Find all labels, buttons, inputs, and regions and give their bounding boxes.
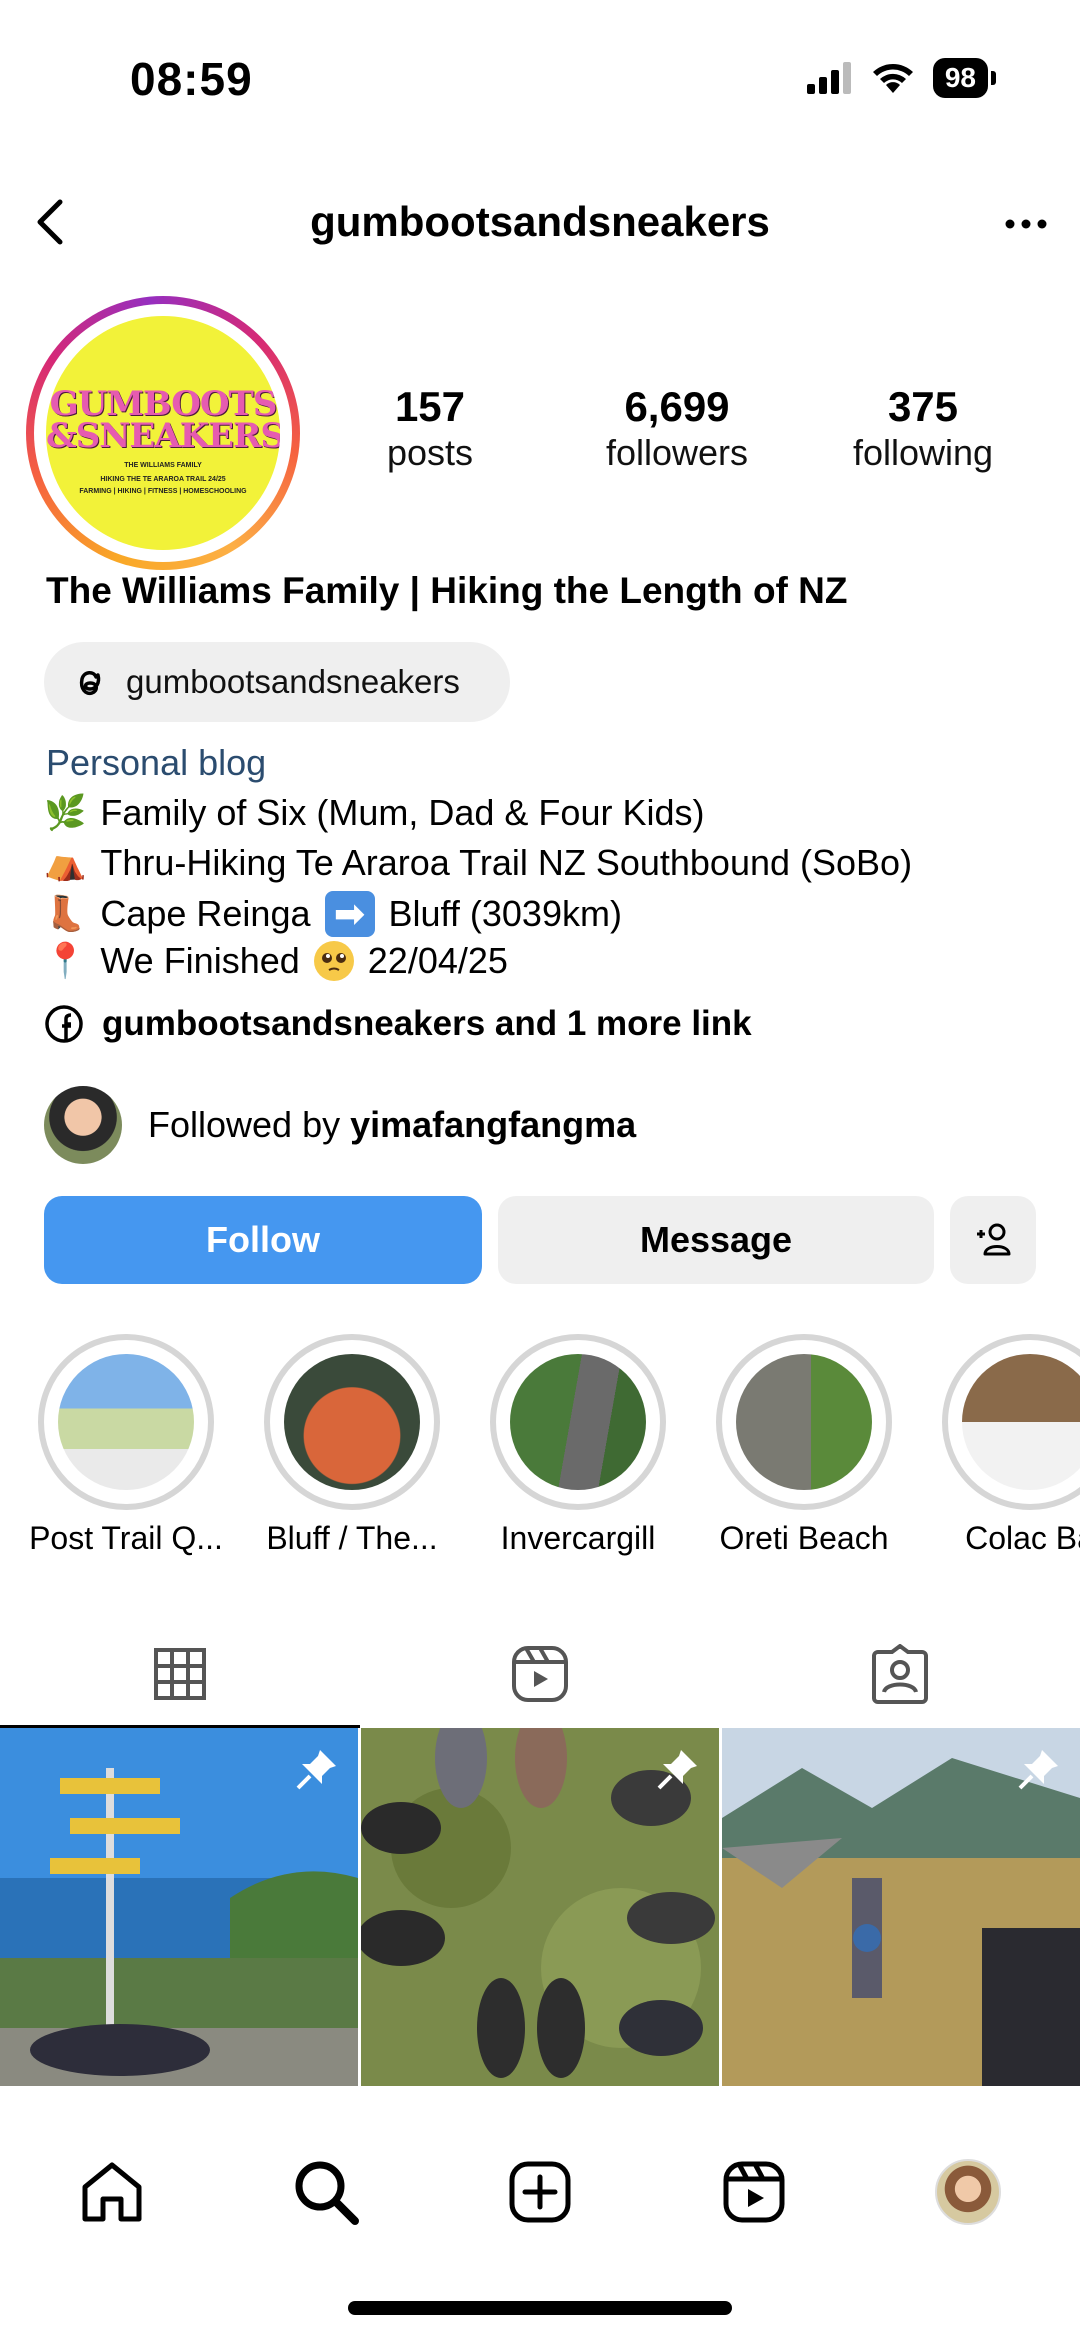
follower-avatar — [44, 1086, 122, 1164]
suggest-users-button[interactable] — [950, 1196, 1036, 1284]
header-username: gumbootsandsneakers — [310, 198, 770, 245]
add-person-icon — [977, 1223, 1011, 1256]
profile-avatar[interactable]: GUMBOOTS &SNEAKERS THE WILLIAMS FAMILY H… — [26, 296, 300, 570]
status-bar: 08:59 98 — [0, 0, 1080, 150]
message-button[interactable]: Message — [498, 1196, 934, 1284]
display-name: The Williams Family | Hiking the Length … — [46, 570, 848, 611]
pin-icon — [1018, 1750, 1058, 1790]
threads-icon — [79, 671, 101, 696]
highlight-item[interactable]: Colac Ba — [942, 1334, 1080, 1556]
highlight-item[interactable]: Post Trail Q... — [29, 1334, 223, 1556]
follow-button[interactable]: Follow — [44, 1196, 482, 1284]
pin-icon — [657, 1750, 697, 1790]
followed-by[interactable]: Followed by yimafangfangma — [44, 1086, 636, 1164]
cellular-signal-icon — [806, 62, 851, 94]
stat-followers[interactable]: 6,699 followers — [582, 384, 772, 476]
leaf-icon: 🌿 — [44, 793, 87, 833]
highlight-cover — [284, 1354, 420, 1490]
right-arrow-icon: ➡ — [324, 891, 375, 937]
tagged-icon — [872, 1644, 928, 1704]
stat-posts[interactable]: 157 posts — [360, 384, 500, 476]
pleading-face-icon — [313, 941, 354, 981]
threads-handle: gumbootsandsneakers — [126, 663, 460, 700]
highlight-item[interactable]: Oreti Beach — [716, 1334, 892, 1556]
home-indicator — [348, 2301, 732, 2315]
bio-line-4: 📍 We Finished 22/04/25 — [44, 940, 508, 981]
profile-header: gumbootsandsneakers — [0, 180, 1080, 266]
brand-logo: GUMBOOTS &SNEAKERS THE WILLIAMS FAMILY H… — [46, 316, 280, 550]
category-label: Personal blog — [46, 742, 267, 783]
highlight-cover — [962, 1354, 1080, 1490]
boot-icon: 👢 — [44, 894, 87, 934]
highlight-cover — [510, 1354, 646, 1490]
add-post-icon — [509, 2161, 571, 2223]
grid-icon — [154, 1648, 206, 1700]
status-icons: 98 — [806, 58, 997, 98]
reels-nav-icon — [723, 2161, 785, 2223]
bio-line-1: 🌿 Family of Six (Mum, Dad & Four Kids) — [44, 792, 705, 833]
nav-profile[interactable] — [928, 2152, 1008, 2232]
status-time: 08:59 — [130, 53, 253, 105]
highlight-item[interactable]: Invercargill — [490, 1334, 666, 1556]
bio-line-2: ⛺ Thru-Hiking Te Araroa Trail NZ Southbo… — [44, 842, 913, 883]
external-links[interactable]: gumbootsandsneakers and 1 more link — [44, 1004, 752, 1044]
tab-grid[interactable] — [0, 1620, 360, 1728]
highlight-cover — [58, 1354, 194, 1490]
home-icon — [82, 2162, 142, 2222]
reels-icon — [512, 1646, 568, 1702]
pin-icon — [296, 1750, 336, 1790]
wifi-icon — [872, 64, 913, 93]
bio-line-3: 👢 Cape Reinga ➡ Bluff (3039km) — [44, 891, 622, 937]
stat-following[interactable]: 375 following — [838, 384, 1008, 476]
threads-badge[interactable]: gumbootsandsneakers — [44, 642, 510, 722]
nav-create[interactable] — [500, 2152, 580, 2232]
my-profile-avatar — [935, 2159, 1001, 2225]
nav-search[interactable] — [286, 2152, 366, 2232]
follower-username: yimafangfangma — [350, 1104, 637, 1145]
search-icon — [295, 2161, 359, 2225]
post-thumbnail[interactable] — [361, 1728, 719, 2086]
pin-icon: 📍 — [44, 941, 87, 981]
nav-reels[interactable] — [714, 2152, 794, 2232]
post-thumbnail[interactable] — [722, 1728, 1080, 2086]
battery-indicator: 98 — [932, 58, 997, 98]
bottom-navigation — [0, 2108, 1080, 2341]
content-tabs — [0, 1620, 1080, 1728]
links-text: gumbootsandsneakers and 1 more link — [102, 1004, 752, 1043]
post-thumbnail[interactable] — [0, 1728, 358, 2086]
nav-home[interactable] — [72, 2152, 152, 2232]
highlight-cover — [736, 1354, 872, 1490]
highlight-item[interactable]: Bluff / The... — [264, 1334, 440, 1556]
more-options-icon[interactable] — [996, 194, 1056, 254]
facebook-icon — [45, 1005, 83, 1043]
tab-tagged[interactable] — [720, 1620, 1080, 1728]
tab-reels[interactable] — [360, 1620, 720, 1728]
tent-icon: ⛺ — [44, 843, 87, 883]
